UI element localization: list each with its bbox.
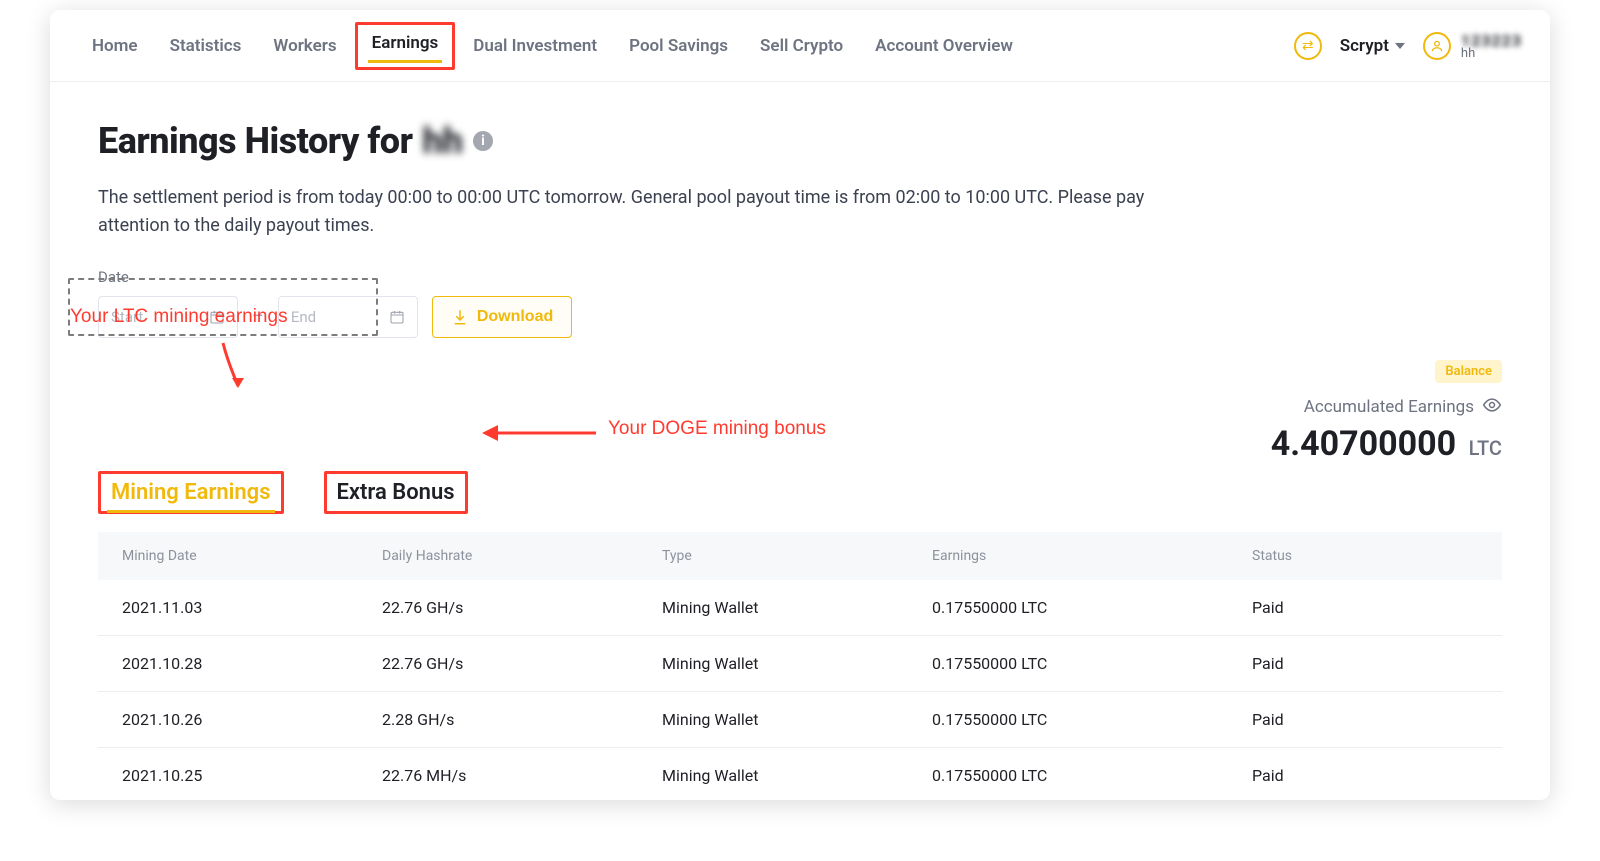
th-status: Status	[1252, 548, 1478, 564]
info-icon[interactable]: i	[473, 131, 493, 151]
tab-mining-earnings[interactable]: Mining Earnings	[98, 471, 284, 514]
download-label: Download	[477, 308, 553, 326]
swap-icon[interactable]: ⇄	[1294, 32, 1322, 60]
earnings-summary: Balance Accumulated Earnings 4.40700000 …	[1271, 360, 1502, 464]
page-title-user: hh	[423, 120, 463, 162]
nav-workers[interactable]: Workers	[259, 26, 350, 66]
top-nav: Home Statistics Workers Earnings Dual In…	[50, 10, 1550, 82]
cell-hashrate: 22.76 GH/s	[382, 654, 662, 673]
settlement-description: The settlement period is from today 00:0…	[98, 184, 1198, 240]
nav-home[interactable]: Home	[78, 26, 152, 66]
nav-statistics[interactable]: Statistics	[156, 26, 256, 66]
cell-type: Mining Wallet	[662, 654, 932, 673]
cell-earnings: 0.17550000 LTC	[932, 654, 1252, 673]
cell-type: Mining Wallet	[662, 766, 932, 785]
date-dash: –	[252, 306, 264, 327]
download-button[interactable]: Download	[432, 296, 572, 338]
date-start-placeholder: Start	[111, 308, 143, 326]
calendar-icon	[389, 309, 405, 325]
balance-badge[interactable]: Balance	[1435, 360, 1502, 383]
th-type: Type	[662, 548, 932, 564]
table-row[interactable]: 2021.10.2522.76 MH/sMining Wallet0.17550…	[98, 748, 1502, 800]
nav-earnings[interactable]: Earnings	[355, 22, 456, 70]
cell-status: Paid	[1252, 654, 1478, 673]
algorithm-selector[interactable]: Scrypt	[1340, 36, 1405, 56]
earnings-table: Mining Date Daily Hashrate Type Earnings…	[98, 532, 1502, 800]
accumulated-unit: LTC	[1469, 436, 1502, 460]
user-id: 123223	[1461, 31, 1522, 50]
annotation-arrow-icon	[208, 338, 268, 398]
nav-pool-savings[interactable]: Pool Savings	[615, 26, 742, 66]
calendar-icon	[209, 309, 225, 325]
cell-status: Paid	[1252, 598, 1478, 617]
nav-account-overview[interactable]: Account Overview	[861, 26, 1027, 66]
cell-type: Mining Wallet	[662, 710, 932, 729]
th-mining-date: Mining Date	[122, 548, 382, 564]
date-label: Date	[98, 268, 1502, 286]
user-menu[interactable]: 123223 hh	[1423, 31, 1522, 61]
cell-earnings: 0.17550000 LTC	[932, 710, 1252, 729]
cell-date: 2021.10.28	[122, 654, 382, 673]
date-end-input[interactable]: End	[278, 296, 418, 338]
tab-extra-bonus[interactable]: Extra Bonus	[324, 471, 468, 514]
tabs-summary-row: Mining Earnings Extra Bonus Your DOGE mi…	[98, 410, 1502, 514]
cell-date: 2021.10.25	[122, 766, 382, 785]
accumulated-amount: 4.40700000	[1271, 424, 1456, 464]
cell-status: Paid	[1252, 766, 1478, 785]
table-header: Mining Date Daily Hashrate Type Earnings…	[98, 532, 1502, 580]
date-start-input[interactable]: Start	[98, 296, 238, 338]
nav-items: Home Statistics Workers Earnings Dual In…	[78, 22, 1027, 70]
nav-dual-investment[interactable]: Dual Investment	[459, 26, 611, 66]
download-icon	[451, 308, 469, 326]
main-content: Earnings History for hh i The settlement…	[50, 82, 1550, 800]
cell-date: 2021.11.03	[122, 598, 382, 617]
date-end-placeholder: End	[291, 308, 316, 326]
th-earnings: Earnings	[932, 548, 1252, 564]
eye-icon[interactable]	[1482, 395, 1502, 420]
table-row[interactable]: 2021.10.262.28 GH/sMining Wallet0.175500…	[98, 692, 1502, 748]
cell-hashrate: 22.76 MH/s	[382, 766, 662, 785]
date-filter-row: Start – End Download Your LTC mining ear…	[98, 296, 1502, 338]
th-daily-hashrate: Daily Hashrate	[382, 548, 662, 564]
page-title: Earnings History for	[98, 120, 413, 162]
user-info: 123223 hh	[1461, 31, 1522, 61]
nav-sell-crypto[interactable]: Sell Crypto	[746, 26, 857, 66]
cell-type: Mining Wallet	[662, 598, 932, 617]
annotation-doge-text: Your DOGE mining bonus	[608, 418, 826, 440]
annotation-arrow-icon	[478, 418, 598, 448]
page-title-row: Earnings History for hh i	[98, 120, 1502, 162]
cell-earnings: 0.17550000 LTC	[932, 598, 1252, 617]
cell-hashrate: 2.28 GH/s	[382, 710, 662, 729]
cell-date: 2021.10.26	[122, 710, 382, 729]
algorithm-label: Scrypt	[1340, 36, 1389, 56]
earnings-tabs: Mining Earnings Extra Bonus	[98, 471, 468, 514]
user-icon	[1423, 32, 1451, 60]
chevron-down-icon	[1395, 43, 1405, 49]
accumulated-value: 4.40700000 LTC	[1271, 424, 1502, 464]
accumulated-label: Accumulated Earnings	[1304, 397, 1474, 417]
nav-right: ⇄ Scrypt 123223 hh	[1294, 31, 1522, 61]
table-row[interactable]: 2021.11.0322.76 GH/sMining Wallet0.17550…	[98, 580, 1502, 636]
cell-hashrate: 22.76 GH/s	[382, 598, 662, 617]
cell-earnings: 0.17550000 LTC	[932, 766, 1252, 785]
table-row[interactable]: 2021.10.2822.76 GH/sMining Wallet0.17550…	[98, 636, 1502, 692]
table-body: 2021.11.0322.76 GH/sMining Wallet0.17550…	[98, 580, 1502, 800]
accumulated-label-row: Accumulated Earnings	[1271, 395, 1502, 420]
cell-status: Paid	[1252, 710, 1478, 729]
